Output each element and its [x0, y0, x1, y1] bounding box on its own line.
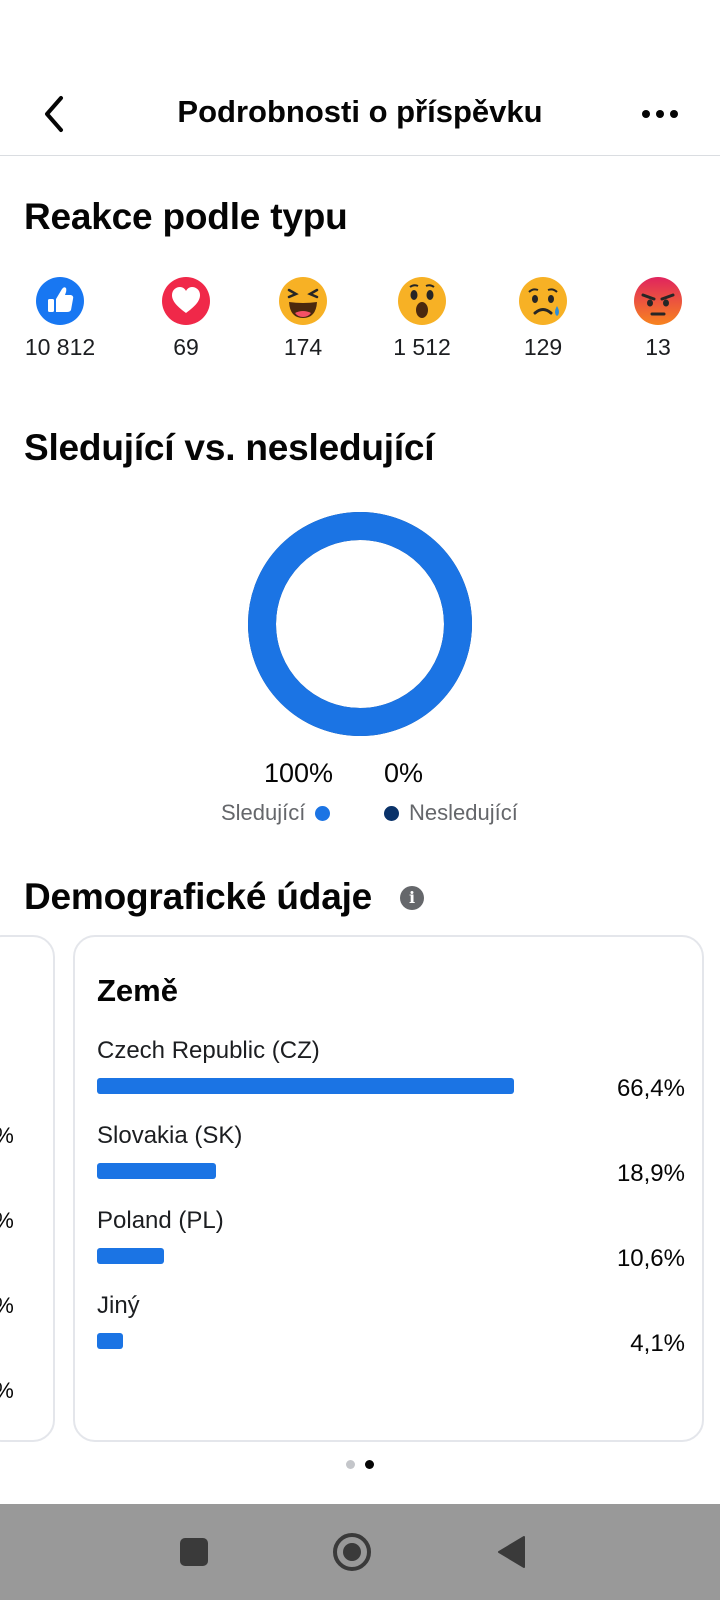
reaction-count: 129 [523, 334, 563, 360]
country-row: Slovakia (SK) 18,9% [97, 1122, 685, 1202]
back-nav-button[interactable] [492, 1532, 532, 1572]
reaction-angry[interactable]: 13 [598, 276, 718, 361]
followers-legend-label: Sledující [221, 800, 306, 825]
reaction-haha[interactable]: 174 [243, 276, 363, 361]
more-dot-icon [656, 110, 664, 118]
country-row: Jiný 4,1% [97, 1292, 685, 1372]
sad-icon [519, 277, 567, 325]
square-icon [180, 1538, 208, 1566]
recent-apps-button[interactable] [174, 1532, 214, 1572]
pager-dot[interactable] [346, 1460, 355, 1469]
more-options-button[interactable] [630, 90, 690, 138]
non-followers-legend-label: Nesledující [409, 800, 518, 825]
non-followers-percent: 0% [384, 758, 424, 788]
wow-icon [398, 277, 446, 325]
pager-dot-active[interactable] [365, 1460, 374, 1469]
prev-card-value: 5% [0, 1123, 14, 1149]
country-label: Czech Republic (CZ) [97, 1037, 320, 1064]
country-row: Czech Republic (CZ) 66,4% [97, 1037, 685, 1117]
donut-followers-arc [248, 512, 472, 736]
non-followers-dot-icon [384, 805, 399, 821]
haha-icon [279, 277, 327, 325]
system-navigation-bar [0, 1504, 720, 1600]
app-header: Podrobnosti o příspěvku [0, 72, 720, 156]
followers-section-title: Sledující vs. nesledující [24, 427, 435, 468]
reaction-count: 69 [173, 334, 199, 360]
reaction-wow[interactable]: 1 512 [362, 276, 482, 361]
country-bar [97, 1078, 514, 1094]
country-bar [97, 1248, 164, 1264]
followers-dot-icon [315, 805, 331, 821]
prev-card-value: 5% [0, 1378, 14, 1404]
home-circle-icon [333, 1533, 371, 1571]
reaction-sad[interactable]: 129 [483, 276, 603, 361]
home-button[interactable] [332, 1532, 372, 1572]
demographics-section-title: Demografické údaje [24, 876, 373, 917]
non-followers-legend: Nesledující [384, 800, 518, 826]
country-row: Poland (PL) 10,6% [97, 1207, 685, 1287]
card-title: Země [97, 973, 178, 1008]
reactions-row: 10 812 69 174 1 512 129 13 [0, 276, 720, 376]
reactions-section-title: Reakce podle typu [24, 196, 348, 237]
reaction-like[interactable]: 10 812 [0, 276, 120, 361]
country-percent: 18,9% [616, 1160, 685, 1187]
country-label: Jiný [97, 1292, 140, 1319]
reaction-count: 174 [283, 334, 323, 360]
followers-percent: 100% [264, 758, 334, 788]
love-icon [162, 277, 210, 325]
followers-legend: Sledující [221, 800, 331, 826]
like-icon [36, 277, 84, 325]
reaction-count: 10 812 [24, 334, 96, 360]
more-dot-icon [670, 110, 678, 118]
prev-card-value: 8% [0, 1293, 14, 1319]
country-bar [97, 1333, 123, 1349]
country-percent: 66,4% [616, 1075, 685, 1102]
followers-donut-chart [247, 511, 473, 737]
reaction-love[interactable]: 69 [126, 276, 246, 361]
country-percent: 10,6% [616, 1245, 685, 1272]
country-bar [97, 1163, 216, 1179]
previous-demographics-card[interactable]: 5% 2% 8% 5% [0, 935, 55, 1442]
more-dot-icon [642, 110, 650, 118]
page-title: Podrobnosti o příspěvku [177, 94, 543, 129]
country-label: Slovakia (SK) [97, 1122, 243, 1149]
country-label: Poland (PL) [97, 1207, 224, 1234]
info-icon[interactable]: i [400, 886, 424, 910]
status-bar [0, 0, 720, 72]
carousel-pager [0, 1460, 720, 1469]
reaction-count: 1 512 [393, 334, 451, 360]
angry-icon [634, 277, 682, 325]
country-demographics-card[interactable]: Země Czech Republic (CZ) 66,4% Slovakia … [73, 935, 704, 1442]
triangle-back-icon [498, 1536, 525, 1568]
prev-card-value: 2% [0, 1208, 14, 1234]
country-percent: 4,1% [630, 1330, 685, 1357]
reaction-count: 13 [645, 334, 671, 360]
